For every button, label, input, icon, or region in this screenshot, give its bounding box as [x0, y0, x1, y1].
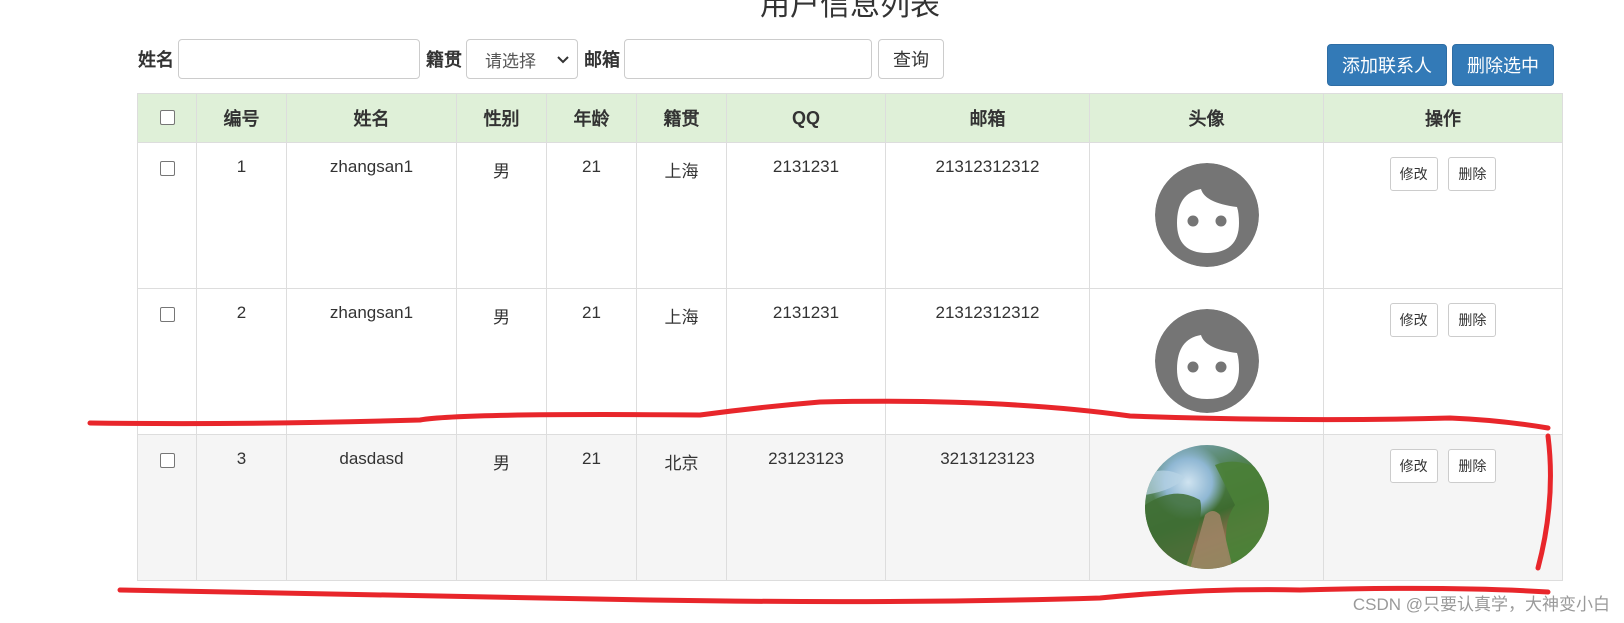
cell-name: zhangsan1 — [286, 288, 457, 435]
address-label: 籍贯 — [426, 50, 462, 70]
header-email: 邮箱 — [885, 93, 1090, 143]
cell-gender: 男 — [456, 142, 547, 289]
cell-avatar — [1089, 434, 1324, 581]
cell-email: 21312312312 — [885, 142, 1090, 289]
header-qq: QQ — [726, 93, 886, 143]
cell-avatar — [1089, 142, 1324, 289]
cell-actions: 修改 删除 — [1323, 288, 1563, 435]
page-title: 用户信息列表 — [760, 0, 940, 22]
name-input[interactable] — [178, 39, 420, 79]
email-label: 邮箱 — [584, 50, 620, 70]
user-table: 编号 姓名 性别 年龄 籍贯 QQ 邮箱 头像 操作 1 zhangsan1 男… — [137, 93, 1563, 581]
cell-gender: 男 — [456, 288, 547, 435]
row-select-cell — [137, 288, 197, 435]
name-label: 姓名 — [138, 50, 174, 70]
cell-actions: 修改 删除 — [1323, 434, 1563, 581]
header-id: 编号 — [196, 93, 287, 143]
header-gender: 性别 — [456, 93, 547, 143]
delete-button[interactable]: 删除 — [1448, 449, 1497, 483]
edit-button[interactable]: 修改 — [1389, 303, 1438, 337]
cell-qq: 2131231 — [726, 142, 886, 289]
cell-address: 上海 — [636, 142, 727, 289]
cell-age: 21 — [546, 288, 637, 435]
address-select[interactable]: 请选择 — [466, 39, 578, 79]
table-header-row: 编号 姓名 性别 年龄 籍贯 QQ 邮箱 头像 操作 — [137, 93, 1563, 143]
delete-selected-button[interactable]: 删除选中 — [1452, 44, 1554, 86]
chevron-down-icon — [557, 49, 569, 69]
default-face-icon — [1154, 309, 1259, 413]
watermark: CSDN @只要认真学，大神变小白 — [1352, 595, 1610, 614]
row-select-cell — [137, 142, 197, 289]
add-contact-button[interactable]: 添加联系人 — [1327, 44, 1447, 86]
cell-age: 21 — [546, 142, 637, 289]
landscape-photo — [1144, 445, 1269, 569]
cell-name: zhangsan1 — [286, 142, 457, 289]
delete-button[interactable]: 删除 — [1448, 157, 1497, 191]
header-avatar: 头像 — [1089, 93, 1324, 143]
row-select-cell — [137, 434, 197, 581]
cell-qq: 2131231 — [726, 288, 886, 435]
cell-name: dasdasd — [286, 434, 457, 581]
row-checkbox[interactable] — [159, 453, 175, 468]
address-select-value: 请选择 — [485, 51, 536, 71]
select-all-cell — [137, 93, 197, 143]
header-address: 籍贯 — [636, 93, 727, 143]
default-face-icon — [1154, 163, 1259, 267]
email-input[interactable] — [624, 39, 872, 79]
search-form: 姓名 籍贯 请选择 邮箱 查询 — [138, 38, 944, 80]
cell-email: 21312312312 — [885, 288, 1090, 435]
edit-button[interactable]: 修改 — [1389, 449, 1438, 483]
cell-avatar — [1089, 288, 1324, 435]
select-all-checkbox[interactable] — [159, 110, 175, 125]
header-name: 姓名 — [286, 93, 457, 143]
cell-email: 3213123123 — [885, 434, 1090, 581]
query-button[interactable]: 查询 — [878, 39, 944, 79]
table-row: 1 zhangsan1 男 21 上海 2131231 21312312312 … — [137, 142, 1563, 289]
cell-address: 北京 — [636, 434, 727, 581]
row-checkbox[interactable] — [159, 307, 175, 322]
cell-age: 21 — [546, 434, 637, 581]
header-age: 年龄 — [546, 93, 637, 143]
cell-actions: 修改 删除 — [1323, 142, 1563, 289]
delete-button[interactable]: 删除 — [1448, 303, 1497, 337]
cell-address: 上海 — [636, 288, 727, 435]
row-checkbox[interactable] — [159, 161, 175, 176]
table-row: 2 zhangsan1 男 21 上海 2131231 21312312312 … — [137, 288, 1563, 435]
header-actions: 操作 — [1323, 93, 1563, 143]
cell-gender: 男 — [456, 434, 547, 581]
cell-qq: 23123123 — [726, 434, 886, 581]
cell-id: 1 — [196, 142, 287, 289]
cell-id: 2 — [196, 288, 287, 435]
table-row: 3 dasdasd 男 21 北京 23123123 3213123123 修改 — [137, 434, 1563, 581]
edit-button[interactable]: 修改 — [1389, 157, 1438, 191]
cell-id: 3 — [196, 434, 287, 581]
